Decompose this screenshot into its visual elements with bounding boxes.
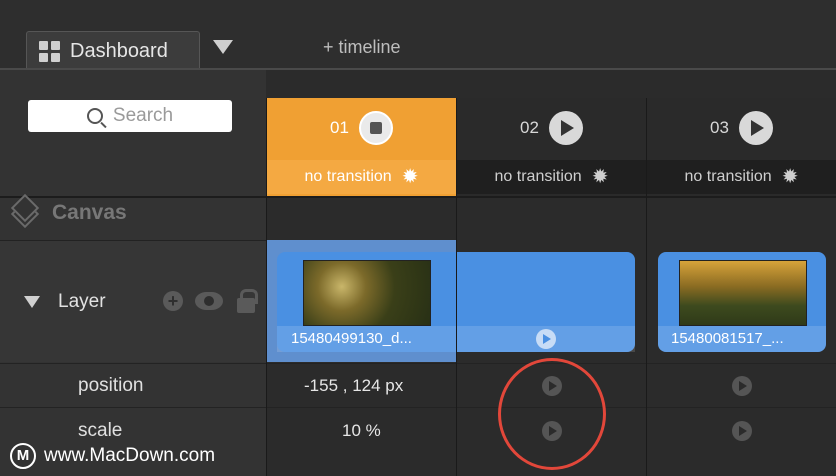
clip-2-thumbnail <box>679 260 807 326</box>
layers-icon <box>10 193 40 229</box>
column-01[interactable]: 01 no transition ✹ <box>266 98 456 196</box>
column-01-header: 01 <box>267 98 456 158</box>
column-divider <box>646 98 647 476</box>
column-01-transition[interactable]: no transition ✹ <box>267 160 456 194</box>
column-divider <box>456 98 457 476</box>
gear-icon[interactable]: ✹ <box>402 167 419 187</box>
tab-dashboard-label: Dashboard <box>70 39 168 62</box>
scale-value[interactable]: 10 % <box>342 421 381 441</box>
search-input[interactable]: Search <box>28 100 232 132</box>
column-number: 01 <box>330 118 349 137</box>
column-02[interactable]: 02 no transition ✹ <box>456 98 646 196</box>
gear-icon[interactable]: ✹ <box>592 167 609 187</box>
layer-header[interactable]: Layer <box>24 291 106 313</box>
column-03[interactable]: 03 no transition ✹ <box>646 98 836 196</box>
watermark: M www.MacDown.com <box>10 443 215 469</box>
watermark-text: www.MacDown.com <box>44 445 216 466</box>
watermark-logo: M <box>10 443 36 469</box>
search-icon <box>86 108 103 124</box>
canvas-label: Canvas <box>52 201 127 224</box>
column-number: 03 <box>710 118 729 137</box>
clip-1-name: 15480499130_d... <box>291 330 412 347</box>
play-button[interactable] <box>548 111 583 145</box>
grid-icon <box>39 40 60 62</box>
column-03-header: 03 <box>647 98 836 158</box>
add-clip-icon[interactable]: + <box>163 291 183 311</box>
tab-dashboard[interactable]: Dashboard <box>26 31 200 70</box>
play-icon <box>750 120 764 136</box>
eye-icon[interactable] <box>195 292 223 310</box>
transition-label: no transition <box>304 168 392 185</box>
column-divider <box>266 98 267 476</box>
arrow-right-icon[interactable] <box>732 376 752 396</box>
canvas-header[interactable]: Canvas <box>10 193 127 229</box>
property-label-scale: scale <box>78 420 123 441</box>
clip-2-name: 15480081517_... <box>671 330 784 347</box>
gear-icon[interactable]: ✹ <box>782 167 799 187</box>
tab-menu-dropdown-icon[interactable] <box>213 40 233 54</box>
add-timeline-button[interactable]: + timeline <box>323 37 401 58</box>
clip-arrow-icon[interactable] <box>536 329 556 349</box>
play-button[interactable] <box>738 111 773 145</box>
position-value[interactable]: -155 , 124 px <box>304 376 403 396</box>
property-label-position: position <box>78 375 144 396</box>
transition-label: no transition <box>684 168 772 185</box>
column-02-transition[interactable]: no transition ✹ <box>457 160 646 194</box>
arrow-right-icon[interactable] <box>732 421 752 441</box>
transition-label: no transition <box>494 168 582 185</box>
collapse-icon[interactable] <box>24 296 40 308</box>
layer-label: Layer <box>58 291 106 312</box>
stop-icon <box>369 122 382 134</box>
play-icon <box>560 120 574 136</box>
clip-1-thumbnail <box>303 260 431 326</box>
search-placeholder: Search <box>112 105 174 126</box>
annotation-circle <box>498 358 606 470</box>
column-number: 02 <box>520 118 539 137</box>
stop-button[interactable] <box>358 111 393 145</box>
column-03-transition[interactable]: no transition ✹ <box>647 160 836 194</box>
column-02-header: 02 <box>457 98 646 158</box>
lock-icon[interactable] <box>237 289 258 313</box>
